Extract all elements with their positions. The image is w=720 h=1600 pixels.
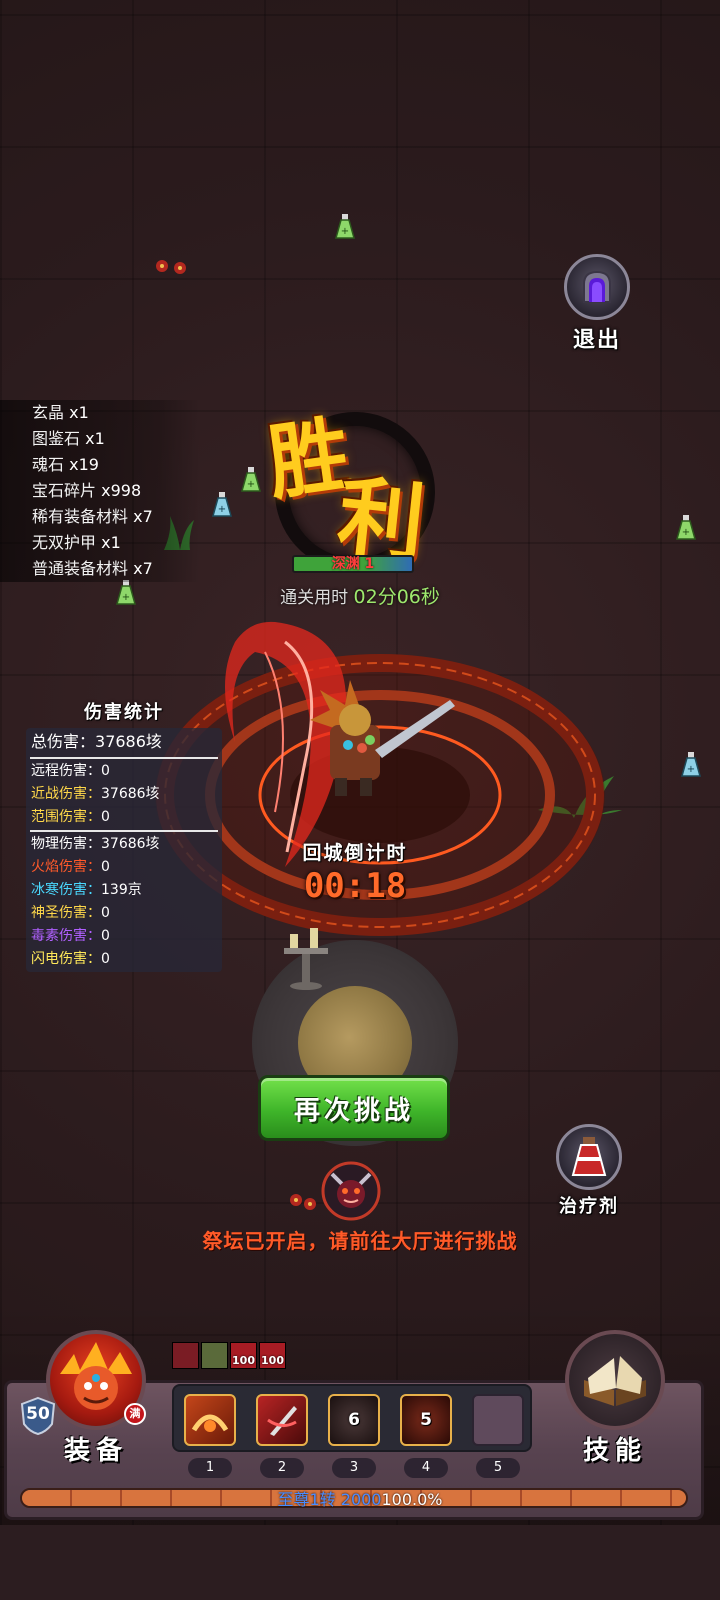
loot-item: 宝石碎片 x998	[0, 478, 200, 504]
stage-name: 深渊 1	[331, 556, 375, 572]
clear-time: 通关用时 02分06秒	[240, 582, 480, 609]
bottom-strip	[0, 1525, 720, 1600]
heal-potion-icon	[556, 1124, 622, 1190]
skill-slot-4-count: 5	[420, 1410, 432, 1430]
loot-item: 稀有装备材料 x7	[0, 504, 200, 530]
fire-slash-icon	[191, 1414, 229, 1432]
potion-icon[interactable]: +	[681, 752, 701, 778]
rank-label: 至尊1转	[277, 1490, 336, 1509]
buff-icon: 100	[230, 1342, 257, 1369]
exit-button[interactable]: 退出	[562, 254, 632, 354]
heal-potion-label: 治疗剂	[559, 1196, 619, 1217]
slot-number: 5	[476, 1458, 520, 1478]
buff-bar: 100 100	[172, 1342, 286, 1369]
exit-label: 退出	[572, 328, 621, 353]
skill-slot-3-count: 6	[348, 1410, 360, 1430]
damage-stats-title: 伤害统计	[84, 702, 164, 723]
loot-item: 普通装备材料 x7	[0, 556, 200, 582]
total-damage-row: 总伤害：37686垓	[31, 732, 162, 751]
svg-text:+: +	[682, 527, 690, 538]
svg-text:+: +	[218, 504, 226, 515]
damage-row: 火焰伤害：0	[31, 859, 110, 875]
loot-item: 图鉴石 x1	[0, 426, 200, 452]
altar-open-message: 祭坛已开启，请前往大厅进行挑战	[202, 1229, 518, 1253]
clear-time-value: 02分06秒	[353, 586, 440, 608]
potion-icon[interactable]: +	[676, 515, 696, 541]
slot-number: 2	[260, 1458, 304, 1478]
svg-text:+: +	[687, 764, 695, 775]
damage-stats-panel: 总伤害：37686垓 远程伤害：0 近战伤害：37686垓 范围伤害：0 物理伤…	[26, 728, 222, 972]
skill-slot-1[interactable]	[184, 1394, 236, 1446]
damage-row: 近战伤害：37686垓	[31, 786, 160, 802]
retry-challenge-label: 再次挑战	[293, 1095, 414, 1126]
svg-text:+: +	[122, 592, 130, 603]
demon-altar-icon	[321, 1161, 381, 1221]
divider	[30, 830, 218, 832]
slot-number: 3	[332, 1458, 376, 1478]
rank-level: 2000	[340, 1490, 382, 1509]
divider	[30, 757, 218, 759]
hero-character	[310, 680, 455, 796]
damage-row: 远程伤害：0	[31, 763, 110, 779]
skills-label: 技能	[582, 1436, 647, 1466]
potion-icon[interactable]: +	[212, 492, 232, 518]
damage-row: 冰寒伤害：139京	[31, 882, 142, 898]
damage-row: 神圣伤害：0	[31, 905, 110, 921]
clear-time-label: 通关用时	[280, 588, 349, 608]
loot-list: 玄晶 x1 图鉴石 x1 魂石 x19 宝石碎片 x998 稀有装备材料 x7 …	[0, 400, 200, 582]
buff-icon	[172, 1342, 199, 1369]
skill-book-icon	[565, 1330, 665, 1430]
damage-row: 毒素伤害：0	[31, 928, 110, 944]
loot-item: 无双护甲 x1	[0, 530, 200, 556]
return-countdown-label: 回城倒计时	[302, 842, 408, 864]
buff-icon: 100	[259, 1342, 286, 1369]
skill-slot-4[interactable]: 5	[400, 1394, 452, 1446]
slot-number: 1	[188, 1458, 232, 1478]
slot-number: 4	[404, 1458, 448, 1478]
loot-item: 魂石 x19	[0, 452, 200, 478]
blade-strike-icon	[267, 1406, 297, 1436]
damage-row: 闪电伤害：0	[31, 951, 110, 967]
potion-icon[interactable]: +	[116, 580, 136, 606]
candles-icon	[284, 928, 328, 990]
portal-icon	[564, 254, 630, 320]
svg-text:+: +	[341, 226, 349, 237]
return-countdown-time: 00:18	[303, 866, 407, 906]
damage-row: 物理伤害：37686垓	[31, 836, 160, 852]
buff-icon	[201, 1342, 228, 1369]
damage-row: 范围伤害：0	[31, 809, 110, 825]
heal-potion-button[interactable]: 治疗剂	[552, 1124, 626, 1218]
skills-button[interactable]: 技能	[560, 1330, 670, 1467]
potion-icon[interactable]: +	[335, 214, 355, 240]
experience-text: 至尊1转 2000100.0%	[0, 1486, 720, 1510]
loot-item: 玄晶 x1	[0, 400, 200, 426]
skill-slot-5[interactable]	[472, 1394, 524, 1446]
retry-challenge-button[interactable]: 再次挑战	[258, 1075, 450, 1141]
experience-percent: 100.0%	[381, 1490, 443, 1509]
svg-text:+: +	[247, 479, 255, 490]
skill-slot-3[interactable]: 6	[328, 1394, 380, 1446]
skill-slot-2[interactable]	[256, 1394, 308, 1446]
red-flower-icon	[156, 260, 186, 274]
player-level: 50	[26, 1404, 50, 1424]
full-badge: 满	[124, 1403, 146, 1425]
